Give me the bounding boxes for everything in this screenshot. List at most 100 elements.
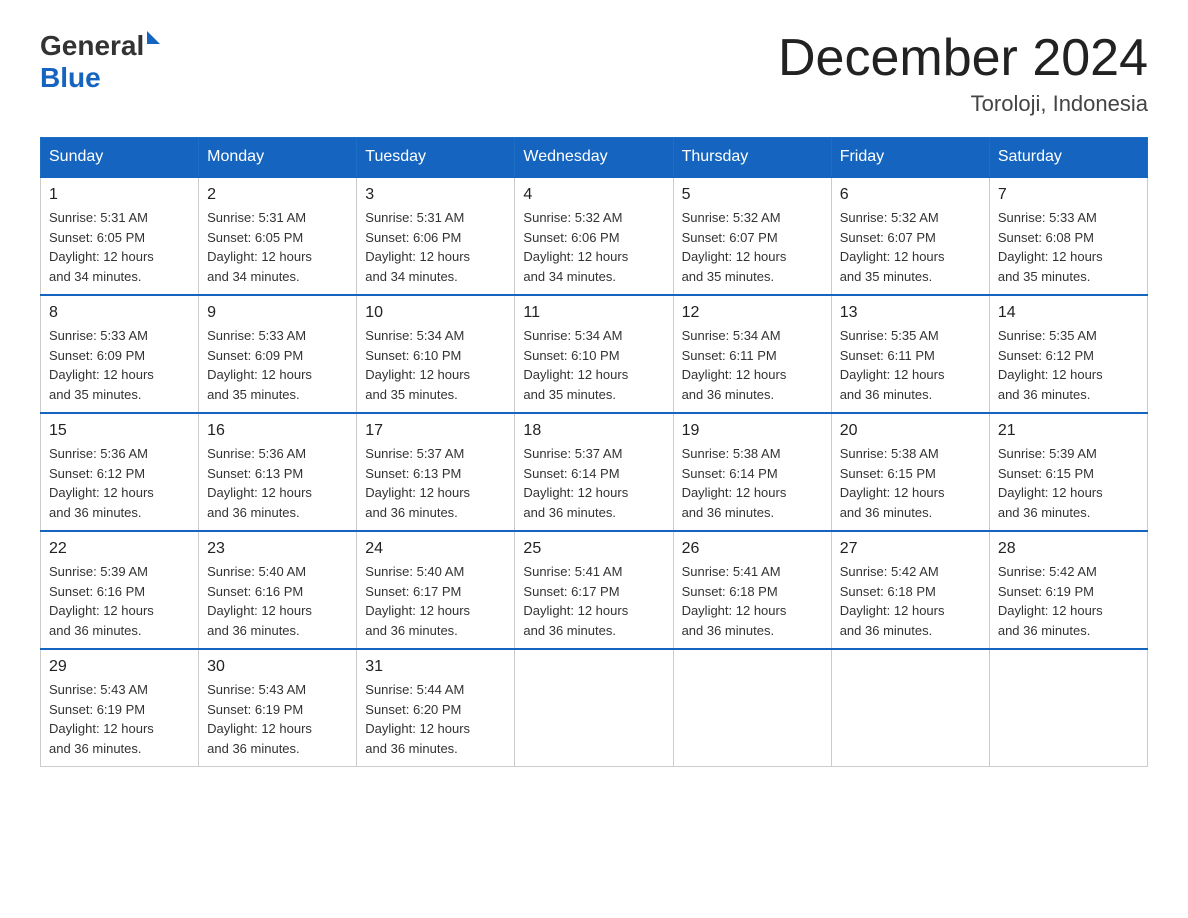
day-number: 28 (998, 540, 1139, 558)
day-number: 10 (365, 304, 506, 322)
day-info: Sunrise: 5:34 AMSunset: 6:10 PMDaylight:… (523, 326, 664, 404)
day-info: Sunrise: 5:32 AMSunset: 6:07 PMDaylight:… (840, 208, 981, 286)
calendar-day-cell: 22 Sunrise: 5:39 AMSunset: 6:16 PMDayligh… (41, 531, 199, 649)
calendar-day-cell: 18 Sunrise: 5:37 AMSunset: 6:14 PMDayligh… (515, 413, 673, 531)
day-number: 1 (49, 186, 190, 204)
day-number: 19 (682, 422, 823, 440)
calendar-day-cell: 27 Sunrise: 5:42 AMSunset: 6:18 PMDayligh… (831, 531, 989, 649)
day-number: 9 (207, 304, 348, 322)
day-number: 12 (682, 304, 823, 322)
day-info: Sunrise: 5:33 AMSunset: 6:08 PMDaylight:… (998, 208, 1139, 286)
day-info: Sunrise: 5:40 AMSunset: 6:17 PMDaylight:… (365, 562, 506, 640)
month-title: December 2024 (778, 30, 1148, 87)
day-info: Sunrise: 5:36 AMSunset: 6:13 PMDaylight:… (207, 444, 348, 522)
logo: General Blue (40, 30, 160, 94)
day-number: 18 (523, 422, 664, 440)
day-number: 22 (49, 540, 190, 558)
calendar-day-cell: 4Sunrise: 5:32 AMSunset: 6:06 PMDaylight… (515, 177, 673, 295)
day-info: Sunrise: 5:43 AMSunset: 6:19 PMDaylight:… (207, 680, 348, 758)
calendar-week-row: 29 Sunrise: 5:43 AMSunset: 6:19 PMDayligh… (41, 649, 1148, 767)
day-info: Sunrise: 5:32 AMSunset: 6:07 PMDaylight:… (682, 208, 823, 286)
calendar-day-cell: 16 Sunrise: 5:36 AMSunset: 6:13 PMDayligh… (199, 413, 357, 531)
calendar-day-cell: 1 Sunrise: 5:31 AMSunset: 6:05 PMDaylight… (41, 177, 199, 295)
day-info: Sunrise: 5:37 AMSunset: 6:14 PMDaylight:… (523, 444, 664, 522)
calendar-day-empty (515, 649, 673, 767)
day-info: Sunrise: 5:42 AMSunset: 6:19 PMDaylight:… (998, 562, 1139, 640)
calendar-week-row: 8Sunrise: 5:33 AMSunset: 6:09 PMDaylight… (41, 295, 1148, 413)
day-info: Sunrise: 5:33 AMSunset: 6:09 PMDaylight:… (207, 326, 348, 404)
calendar-day-cell: 5 Sunrise: 5:32 AMSunset: 6:07 PMDaylight… (673, 177, 831, 295)
calendar-week-row: 1 Sunrise: 5:31 AMSunset: 6:05 PMDaylight… (41, 177, 1148, 295)
logo-general-text: General (40, 30, 144, 62)
day-info: Sunrise: 5:39 AMSunset: 6:16 PMDaylight:… (49, 562, 190, 640)
weekday-header-friday: Friday (831, 138, 989, 178)
day-info: Sunrise: 5:31 AMSunset: 6:05 PMDaylight:… (49, 208, 190, 286)
calendar-day-cell: 24 Sunrise: 5:40 AMSunset: 6:17 PMDayligh… (357, 531, 515, 649)
day-number: 16 (207, 422, 348, 440)
day-info: Sunrise: 5:37 AMSunset: 6:13 PMDaylight:… (365, 444, 506, 522)
calendar-day-cell: 14Sunrise: 5:35 AMSunset: 6:12 PMDayligh… (989, 295, 1147, 413)
calendar-day-cell: 28 Sunrise: 5:42 AMSunset: 6:19 PMDayligh… (989, 531, 1147, 649)
calendar-week-row: 15Sunrise: 5:36 AMSunset: 6:12 PMDayligh… (41, 413, 1148, 531)
calendar-day-cell: 11 Sunrise: 5:34 AMSunset: 6:10 PMDayligh… (515, 295, 673, 413)
calendar-day-cell: 31 Sunrise: 5:44 AMSunset: 6:20 PMDayligh… (357, 649, 515, 767)
day-number: 4 (523, 186, 664, 204)
calendar-day-cell: 23Sunrise: 5:40 AMSunset: 6:16 PMDayligh… (199, 531, 357, 649)
location-subtitle: Toroloji, Indonesia (778, 91, 1148, 117)
weekday-header-saturday: Saturday (989, 138, 1147, 178)
calendar-day-cell: 10 Sunrise: 5:34 AMSunset: 6:10 PMDayligh… (357, 295, 515, 413)
day-number: 3 (365, 186, 506, 204)
calendar-day-cell: 2Sunrise: 5:31 AMSunset: 6:05 PMDaylight… (199, 177, 357, 295)
day-number: 31 (365, 658, 506, 676)
day-info: Sunrise: 5:41 AMSunset: 6:17 PMDaylight:… (523, 562, 664, 640)
day-number: 29 (49, 658, 190, 676)
weekday-header-wednesday: Wednesday (515, 138, 673, 178)
calendar-day-cell: 21Sunrise: 5:39 AMSunset: 6:15 PMDayligh… (989, 413, 1147, 531)
day-number: 5 (682, 186, 823, 204)
calendar-table: SundayMondayTuesdayWednesdayThursdayFrid… (40, 137, 1148, 767)
calendar-day-cell: 20 Sunrise: 5:38 AMSunset: 6:15 PMDayligh… (831, 413, 989, 531)
page-header: General Blue December 2024 Toroloji, Ind… (40, 30, 1148, 117)
weekday-header-row: SundayMondayTuesdayWednesdayThursdayFrid… (41, 138, 1148, 178)
calendar-day-cell: 30Sunrise: 5:43 AMSunset: 6:19 PMDayligh… (199, 649, 357, 767)
day-number: 13 (840, 304, 981, 322)
day-number: 14 (998, 304, 1139, 322)
calendar-day-cell: 26 Sunrise: 5:41 AMSunset: 6:18 PMDayligh… (673, 531, 831, 649)
day-number: 7 (998, 186, 1139, 204)
day-number: 17 (365, 422, 506, 440)
calendar-day-cell: 17 Sunrise: 5:37 AMSunset: 6:13 PMDayligh… (357, 413, 515, 531)
calendar-day-cell: 8Sunrise: 5:33 AMSunset: 6:09 PMDaylight… (41, 295, 199, 413)
day-info: Sunrise: 5:35 AMSunset: 6:11 PMDaylight:… (840, 326, 981, 404)
calendar-day-cell: 6 Sunrise: 5:32 AMSunset: 6:07 PMDaylight… (831, 177, 989, 295)
day-number: 20 (840, 422, 981, 440)
day-info: Sunrise: 5:34 AMSunset: 6:10 PMDaylight:… (365, 326, 506, 404)
day-info: Sunrise: 5:44 AMSunset: 6:20 PMDaylight:… (365, 680, 506, 758)
weekday-header-tuesday: Tuesday (357, 138, 515, 178)
day-info: Sunrise: 5:42 AMSunset: 6:18 PMDaylight:… (840, 562, 981, 640)
day-info: Sunrise: 5:39 AMSunset: 6:15 PMDaylight:… (998, 444, 1139, 522)
day-number: 26 (682, 540, 823, 558)
day-number: 6 (840, 186, 981, 204)
logo-triangle-icon (147, 31, 160, 44)
calendar-day-empty (989, 649, 1147, 767)
calendar-day-cell: 12Sunrise: 5:34 AMSunset: 6:11 PMDayligh… (673, 295, 831, 413)
day-info: Sunrise: 5:38 AMSunset: 6:15 PMDaylight:… (840, 444, 981, 522)
day-info: Sunrise: 5:41 AMSunset: 6:18 PMDaylight:… (682, 562, 823, 640)
logo-blue-text: Blue (40, 62, 101, 93)
calendar-day-empty (673, 649, 831, 767)
weekday-header-sunday: Sunday (41, 138, 199, 178)
day-info: Sunrise: 5:31 AMSunset: 6:05 PMDaylight:… (207, 208, 348, 286)
day-number: 15 (49, 422, 190, 440)
calendar-day-cell: 13 Sunrise: 5:35 AMSunset: 6:11 PMDayligh… (831, 295, 989, 413)
calendar-day-cell: 29 Sunrise: 5:43 AMSunset: 6:19 PMDayligh… (41, 649, 199, 767)
calendar-day-cell: 15Sunrise: 5:36 AMSunset: 6:12 PMDayligh… (41, 413, 199, 531)
weekday-header-monday: Monday (199, 138, 357, 178)
day-number: 23 (207, 540, 348, 558)
day-info: Sunrise: 5:43 AMSunset: 6:19 PMDaylight:… (49, 680, 190, 758)
day-number: 24 (365, 540, 506, 558)
day-number: 27 (840, 540, 981, 558)
calendar-day-cell: 9 Sunrise: 5:33 AMSunset: 6:09 PMDaylight… (199, 295, 357, 413)
calendar-day-cell: 25Sunrise: 5:41 AMSunset: 6:17 PMDayligh… (515, 531, 673, 649)
day-number: 11 (523, 304, 664, 322)
calendar-day-cell: 3Sunrise: 5:31 AMSunset: 6:06 PMDaylight… (357, 177, 515, 295)
